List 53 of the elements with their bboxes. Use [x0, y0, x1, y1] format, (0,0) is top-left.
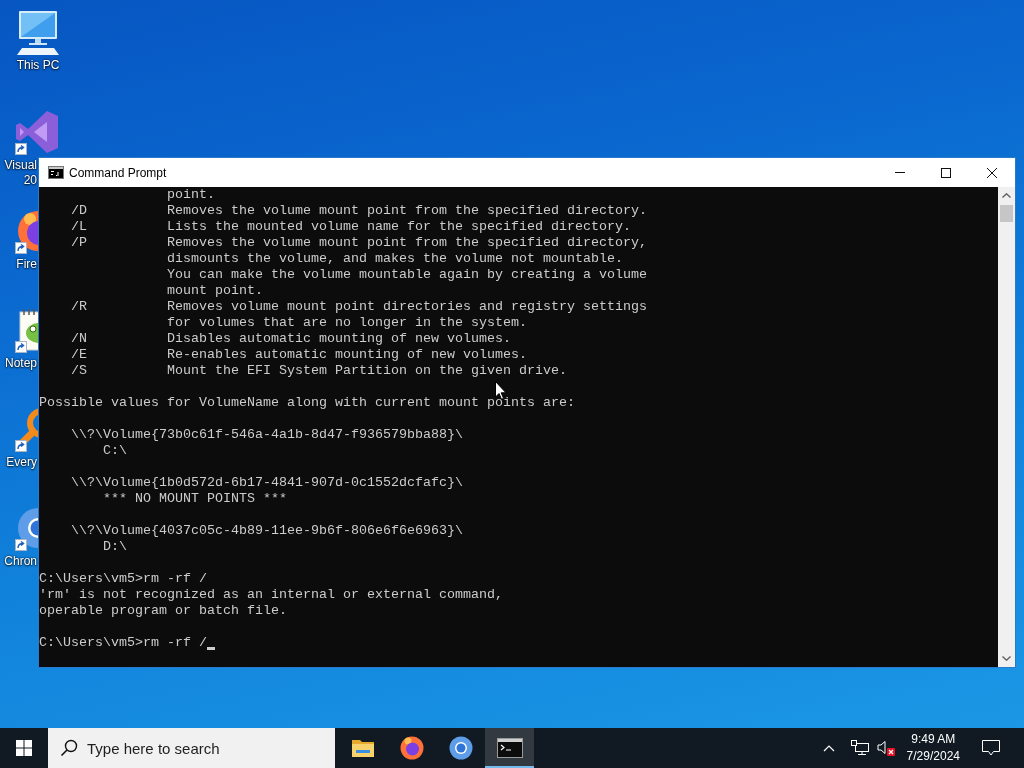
console-app-icon: [496, 738, 523, 758]
taskbar-app-button[interactable]: [485, 728, 534, 768]
parameter-description: Removes the volume mount point from the specified directory.: [167, 203, 647, 219]
parameter-description: Lists the mounted volume name for the specified directory.: [167, 219, 631, 235]
mount-point: C:\: [103, 443, 127, 459]
window-title: Command Prompt: [69, 165, 167, 180]
parameter-description: Disables automatic mounting of new volumes.: [167, 331, 511, 347]
parameter-name: /P: [71, 235, 87, 252]
desktop-icon-label[interactable]: Chron: [4, 554, 37, 569]
parameter-description: point.: [167, 187, 215, 203]
output-line: operable program or batch file.: [39, 603, 287, 619]
parameter-description: Removes volume mount point directories and registry settings for volumes that are no longer in the system.: [167, 299, 647, 331]
console-app-icon: [48, 166, 64, 179]
firefox-icon: [399, 736, 424, 760]
search-field[interactable]: Type here to search: [48, 728, 335, 768]
parameter-name: /D: [71, 203, 87, 219]
parameter-description: Removes the volume mount point from the specified directory, dismounts the volume, and makes the volume not mountable. You can make the volume mountable again by creating a volume mount point.: [167, 235, 647, 299]
parameter-name: /N: [71, 331, 87, 347]
desktop-icon-label[interactable]: Fire: [16, 257, 37, 272]
network-icon[interactable]: [850, 740, 869, 756]
parameter-description: Re-enables automatic mounting of new volumes.: [167, 347, 527, 363]
desktop-icon-label[interactable]: Notep: [4, 356, 37, 371]
close-icon: [987, 167, 997, 178]
folder-icon: [350, 738, 375, 758]
parameter-name: /E: [71, 347, 87, 363]
desktop-icon-label[interactable]: Visual 20: [4, 158, 37, 188]
parameter-name: /S: [71, 363, 87, 379]
mount-point: *** NO MOUNT POINTS ***: [103, 491, 287, 507]
desktop-icon-label[interactable]: Every: [6, 455, 37, 470]
chromium-icon: [448, 736, 473, 760]
clock[interactable]: 9:49 AM 7/29/2024: [906, 731, 960, 765]
volume-path: \\?\Volume{73b0c61f-546a-4a1b-8d47-f936579bba88}\: [71, 427, 463, 443]
command-line: C:\Users\vm5>rm -rf /: [39, 635, 207, 651]
show-hidden-icons-icon[interactable]: [822, 744, 835, 752]
start-menu-icon: [16, 740, 32, 756]
desktop-icon-label[interactable]: This PC: [16, 58, 60, 73]
parameter-description: Mount the EFI System Partition on the given drive.: [167, 363, 567, 379]
minimize-icon: [895, 172, 905, 173]
mount-point: D:\: [103, 539, 127, 555]
output-line: 'rm' is not recognized as an internal or external command,: [39, 587, 503, 603]
command-line: C:\Users\vm5>rm -rf /: [39, 571, 207, 587]
parameter-name: /L: [71, 219, 87, 235]
console-line: Possible values for VolumeName along with current mount points are:: [39, 395, 575, 411]
computer-icon[interactable]: [17, 10, 59, 56]
scrollbar[interactable]: [998, 187, 1015, 667]
notification-icon[interactable]: [982, 739, 1000, 757]
speaker-icon[interactable]: [876, 740, 895, 756]
search-icon: [60, 739, 78, 757]
volume-path: \\?\Volume{1b0d572d-6b17-4841-907d-0c1552dcfafc}\: [71, 475, 463, 491]
volume-path: \\?\Volume{4037c05c-4b89-11ee-9b6f-806e6f6e6963}\: [71, 523, 463, 539]
maximize-icon: [941, 167, 951, 178]
scrollbar-thumb[interactable]: [1000, 205, 1013, 222]
parameter-name: /R: [71, 299, 87, 316]
